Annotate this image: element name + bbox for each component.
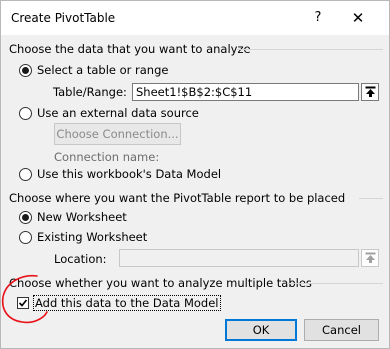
title-bar: Create PivotTable ? ✕ [1, 1, 389, 35]
new-worksheet-radio[interactable] [19, 210, 32, 224]
select-table-label: Select a table or range [37, 63, 169, 77]
section-divider [237, 49, 383, 50]
select-table-radio[interactable] [19, 63, 32, 77]
section-divider [287, 283, 383, 284]
collapse-dialog-icon [365, 86, 376, 97]
location-collapse-button[interactable] [361, 249, 379, 267]
data-model-option[interactable]: Use this workbook's Data Model [19, 167, 221, 181]
cancel-button[interactable]: Cancel [304, 319, 379, 341]
choose-connection-button[interactable]: Choose Connection... [54, 123, 181, 145]
collapse-dialog-icon [365, 252, 376, 263]
data-section-heading: Choose the data that you want to analyze [9, 42, 251, 56]
location-label: Location: [54, 252, 107, 266]
external-source-option[interactable]: Use an external data source [19, 106, 199, 120]
new-worksheet-label: New Worksheet [37, 210, 127, 224]
external-source-radio[interactable] [19, 106, 32, 120]
placement-section-heading: Choose where you want the PivotTable rep… [9, 191, 346, 205]
select-table-option[interactable]: Select a table or range [19, 63, 168, 77]
dialog-title: Create PivotTable [11, 11, 116, 25]
existing-worksheet-option[interactable]: Existing Worksheet [19, 230, 147, 244]
table-range-input[interactable]: Sheet1!$B$2:$C$11 [132, 83, 359, 101]
red-hand-drawn-circle [1, 274, 48, 324]
section-divider [359, 198, 383, 199]
location-input[interactable] [119, 249, 359, 267]
connection-name-label: Connection name: [54, 150, 160, 164]
data-model-radio[interactable] [19, 167, 32, 181]
ok-button[interactable]: OK [225, 319, 297, 341]
existing-worksheet-radio[interactable] [19, 230, 32, 244]
add-to-data-model-label: Add this data to the Data Model [33, 295, 221, 311]
new-worksheet-option[interactable]: New Worksheet [19, 210, 127, 224]
help-button[interactable]: ? [305, 5, 331, 31]
table-range-label: Table/Range: [53, 85, 127, 99]
existing-worksheet-label: Existing Worksheet [37, 230, 148, 244]
data-model-label: Use this workbook's Data Model [37, 167, 222, 181]
external-source-label: Use an external data source [37, 106, 199, 120]
table-range-collapse-button[interactable] [361, 83, 379, 101]
close-button[interactable]: ✕ [341, 5, 375, 31]
